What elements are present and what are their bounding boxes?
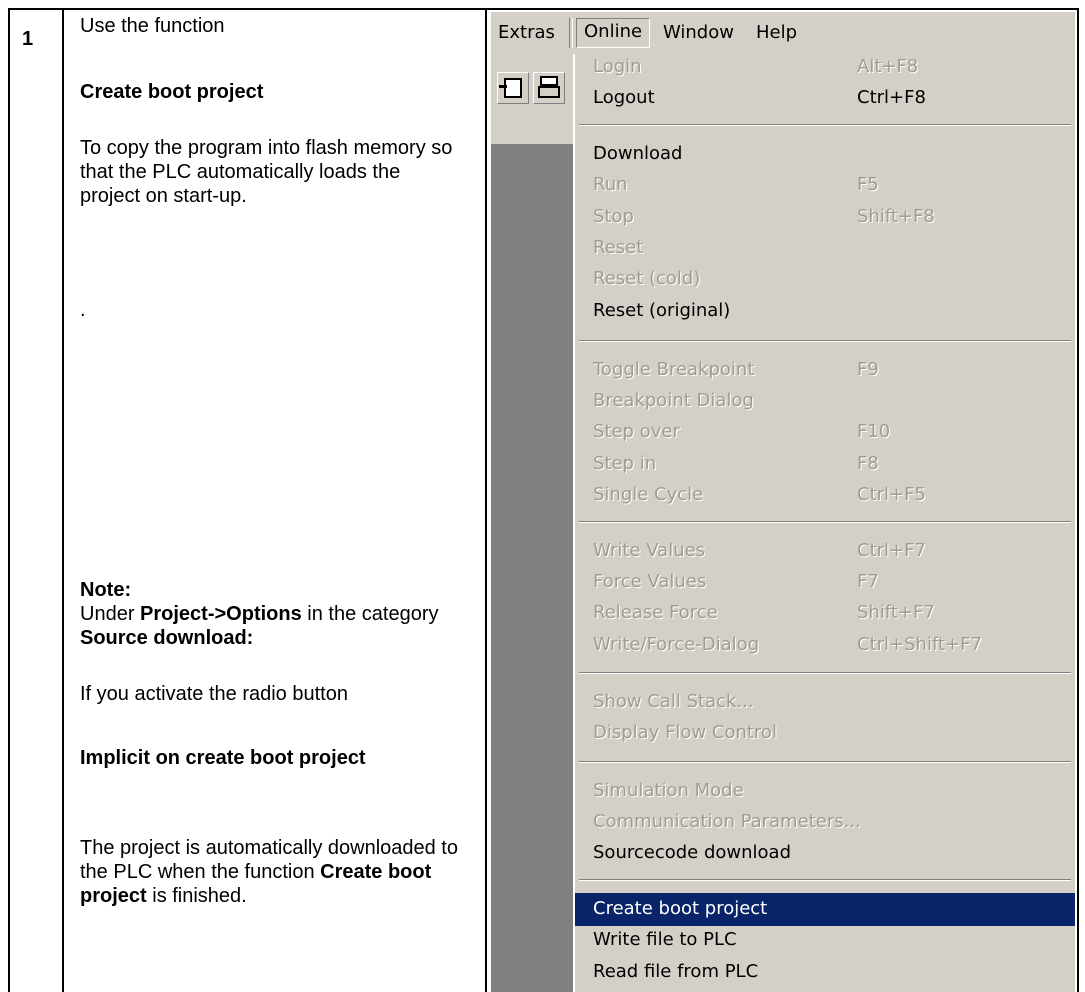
- menu-item-simulation-mode[interactable]: Simulation Mode: [575, 775, 1075, 808]
- toolbar: [491, 54, 573, 144]
- menu-separator: [579, 124, 1071, 126]
- menu-item-login[interactable]: Login Alt+F8: [575, 51, 1075, 84]
- note-label: Note:: [80, 579, 132, 601]
- workspace-area: [491, 144, 573, 992]
- menu-item-step-over[interactable]: Step over F10: [575, 416, 1075, 449]
- menu-separator: [579, 521, 1071, 523]
- online-dropdown-menu: Login Alt+F8 Logout Ctrl+F8 Download Run F5 Sto…: [573, 54, 1075, 992]
- note-radio-name: Implicit on create boot project: [80, 747, 366, 769]
- menu-item-shortcut: F9: [857, 359, 879, 380]
- menu-item-label: Download: [593, 143, 683, 164]
- menu-item-logout[interactable]: Logout Ctrl+F8: [575, 82, 1075, 115]
- menu-item-shortcut: Ctrl+Shift+F7: [857, 634, 982, 655]
- menu-separator: [579, 879, 1071, 881]
- menu-item-label: Reset: [593, 237, 644, 258]
- printer-icon[interactable]: [533, 72, 565, 104]
- menu-item-label: Simulation Mode: [593, 780, 744, 801]
- menu-item-shortcut: F5: [857, 174, 879, 195]
- menu-item-write-force-dialog[interactable]: Write/Force-Dialog Ctrl+Shift+F7: [575, 629, 1075, 662]
- menu-item-write-values[interactable]: Write Values Ctrl+F7: [575, 535, 1075, 568]
- menu-item-label: Toggle Breakpoint: [593, 359, 755, 380]
- menu-item-label: Write/Force-Dialog: [593, 634, 760, 655]
- menu-item-read-file-from-plc[interactable]: Read file from PLC: [575, 956, 1075, 989]
- menu-item-stop[interactable]: Stop Shift+F8: [575, 201, 1075, 234]
- menu-online[interactable]: Online: [576, 18, 651, 48]
- menu-separator: [579, 340, 1071, 342]
- menu-item-shortcut: Ctrl+F7: [857, 540, 926, 561]
- note-options-text: Under Project->Options in the category S…: [80, 603, 439, 649]
- menu-item-shortcut: F7: [857, 571, 879, 592]
- menu-item-label: Logout: [593, 87, 655, 108]
- menu-item-communication-parameters[interactable]: Communication Parameters...: [575, 806, 1075, 839]
- menu-item-shortcut: Ctrl+F5: [857, 484, 926, 505]
- table-divider-image: [485, 8, 487, 992]
- menu-item-label: Single Cycle: [593, 484, 704, 505]
- menu-item-show-call-stack[interactable]: Show Call Stack...: [575, 686, 1075, 719]
- note-radio-text: If you activate the radio button: [80, 683, 348, 705]
- note-result-text: The project is automatically downloaded …: [80, 837, 458, 907]
- menu-item-label: Step over: [593, 421, 680, 442]
- menu-separator: [579, 761, 1071, 763]
- menu-item-label: Release Force: [593, 602, 718, 623]
- menu-item-single-cycle[interactable]: Single Cycle Ctrl+F5: [575, 479, 1075, 512]
- load-arrow-icon[interactable]: [497, 72, 529, 104]
- menu-item-sourcecode-download[interactable]: Sourcecode download: [575, 837, 1075, 870]
- menu-item-force-values[interactable]: Force Values F7: [575, 566, 1075, 599]
- menubar-separator: [569, 18, 573, 48]
- menu-item-shortcut: F8: [857, 453, 879, 474]
- menu-extras[interactable]: Extras: [491, 20, 562, 46]
- table-divider-step: [62, 8, 64, 992]
- menu-item-display-flow-control[interactable]: Display Flow Control: [575, 717, 1075, 750]
- instr-intro: Use the function: [80, 15, 225, 37]
- menu-item-label: Reset (cold): [593, 268, 701, 289]
- menu-item-reset-cold[interactable]: Reset (cold): [575, 263, 1075, 296]
- menu-item-write-file-to-plc[interactable]: Write file to PLC: [575, 924, 1075, 957]
- menu-item-shortcut: F10: [857, 421, 891, 442]
- menu-item-label: Read file from PLC: [593, 961, 759, 982]
- menu-item-breakpoint-dialog[interactable]: Breakpoint Dialog: [575, 385, 1075, 418]
- menu-item-label: Create boot project: [593, 898, 768, 919]
- menubar: Extras Online Window Help: [491, 12, 1075, 54]
- menu-item-label: Stop: [593, 206, 634, 227]
- menu-item-reset-original[interactable]: Reset (original): [575, 295, 1075, 328]
- menu-item-run[interactable]: Run F5: [575, 169, 1075, 202]
- menu-help[interactable]: Help: [749, 20, 804, 46]
- menu-screenshot: Extras Online Window Help Login Alt+F8 Log…: [491, 12, 1075, 992]
- menu-item-create-boot-project[interactable]: Create boot project: [575, 893, 1075, 926]
- menu-item-label: Login: [593, 56, 642, 77]
- menu-item-label: Show Call Stack...: [593, 691, 754, 712]
- step-number: 1: [22, 28, 34, 50]
- menu-item-shortcut: Ctrl+F8: [857, 87, 926, 108]
- menu-item-label: Display Flow Control: [593, 722, 777, 743]
- menu-item-reset[interactable]: Reset: [575, 232, 1075, 265]
- instr-dot: .: [80, 299, 86, 321]
- menu-item-shortcut: Alt+F8: [857, 56, 919, 77]
- menu-item-label: Breakpoint Dialog: [593, 390, 754, 411]
- menu-item-label: Communication Parameters...: [593, 811, 861, 832]
- menu-item-step-in[interactable]: Step in F8: [575, 448, 1075, 481]
- instr-function-name: Create boot project: [80, 81, 264, 103]
- menu-item-label: Write file to PLC: [593, 929, 737, 950]
- menu-item-label: Write Values: [593, 540, 706, 561]
- menu-item-label: Run: [593, 174, 628, 195]
- menu-separator: [579, 672, 1071, 674]
- menu-item-toggle-breakpoint[interactable]: Toggle Breakpoint F9: [575, 354, 1075, 387]
- menu-item-release-force[interactable]: Release Force Shift+F7: [575, 597, 1075, 630]
- instr-purpose: To copy the program into flash memory so…: [80, 137, 453, 207]
- menu-item-download[interactable]: Download: [575, 138, 1075, 171]
- menu-item-shortcut: Shift+F8: [857, 206, 935, 227]
- menu-item-shortcut: Shift+F7: [857, 602, 935, 623]
- menu-window[interactable]: Window: [656, 20, 741, 46]
- menu-item-label: Step in: [593, 453, 657, 474]
- menu-item-label: Reset (original): [593, 300, 731, 321]
- menu-item-label: Sourcecode download: [593, 842, 791, 863]
- menu-item-label: Force Values: [593, 571, 707, 592]
